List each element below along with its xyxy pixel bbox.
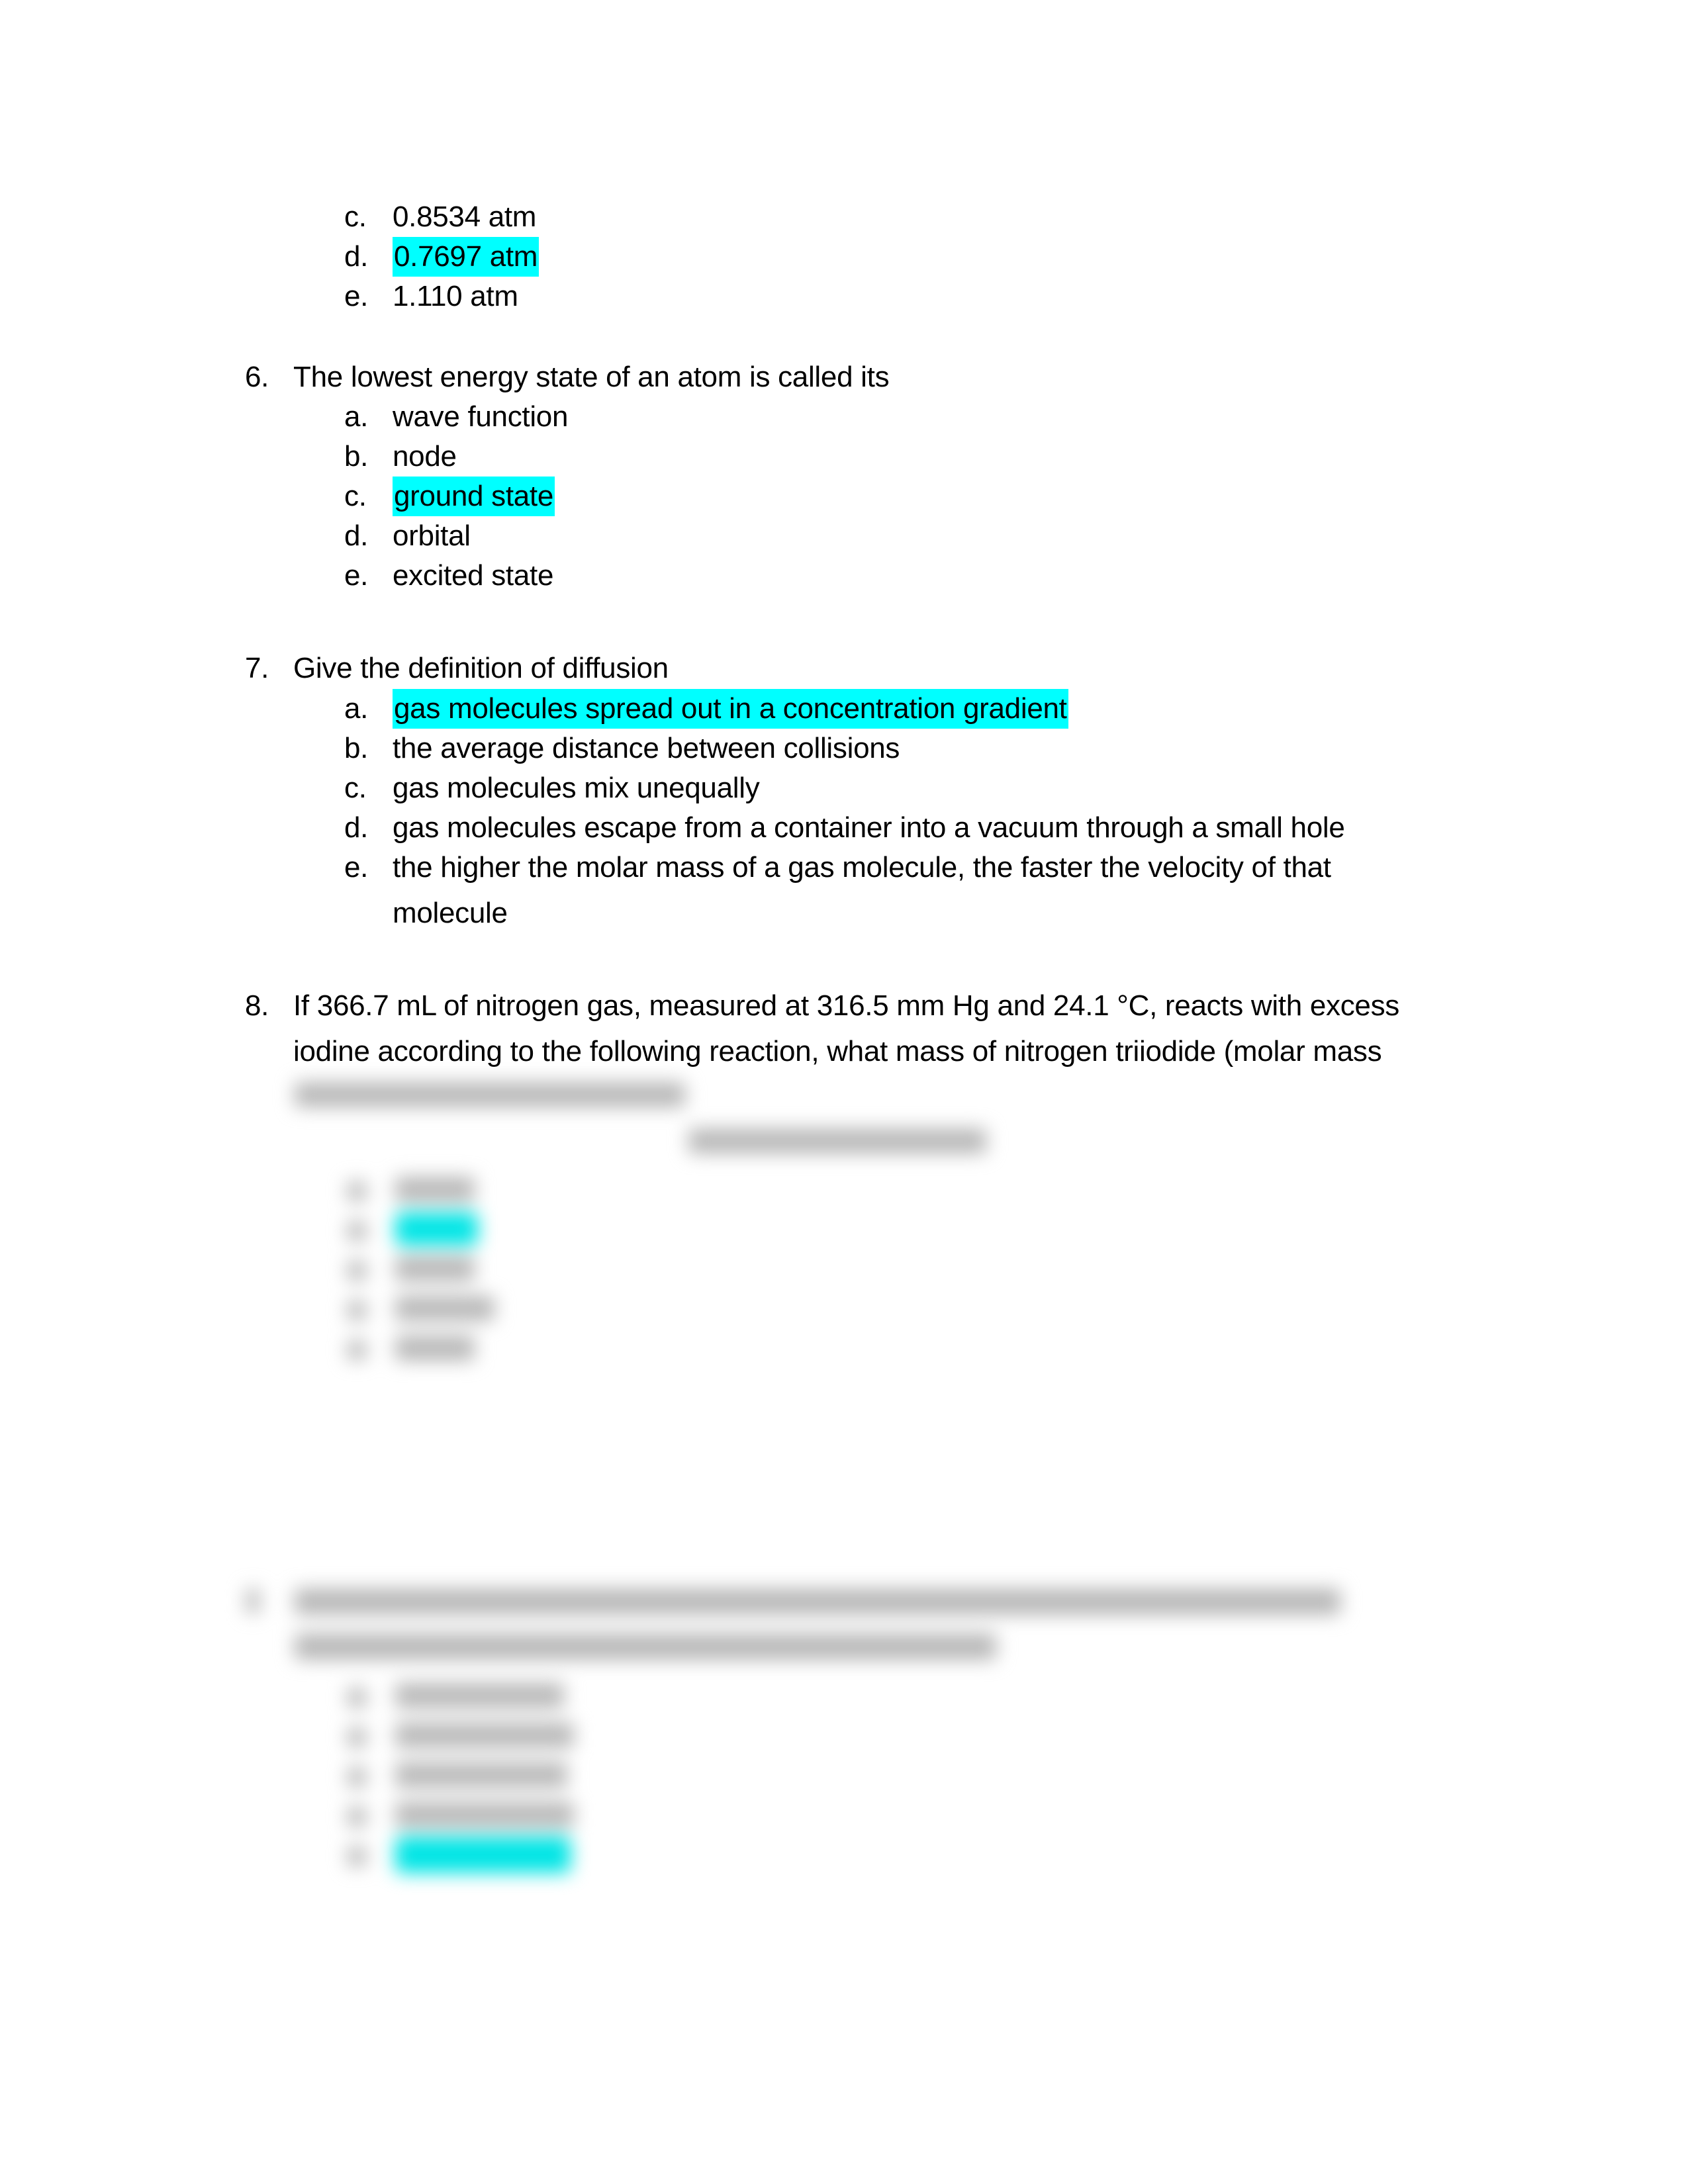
blurred-question-number — [246, 1588, 259, 1614]
blurred-option-letter — [348, 1807, 366, 1827]
blurred-option-letter — [348, 1846, 366, 1866]
blurred-content-q9 — [0, 0, 1688, 2184]
document-page: c. 0.8534 atm d. 0.7697 atm e. 1.110 atm… — [0, 0, 1688, 2184]
blurred-option-text — [395, 1683, 564, 1708]
blurred-option-highlighted — [395, 1837, 571, 1873]
blurred-option-letter — [348, 1727, 366, 1747]
blurred-option-letter — [348, 1767, 366, 1787]
blurred-option-text — [395, 1802, 574, 1827]
blurred-option-letter — [348, 1688, 366, 1707]
blurred-option-text — [395, 1723, 574, 1748]
blurred-text-line — [295, 1588, 1340, 1615]
blurred-option-text — [395, 1762, 567, 1788]
blurred-text-line — [295, 1633, 996, 1660]
